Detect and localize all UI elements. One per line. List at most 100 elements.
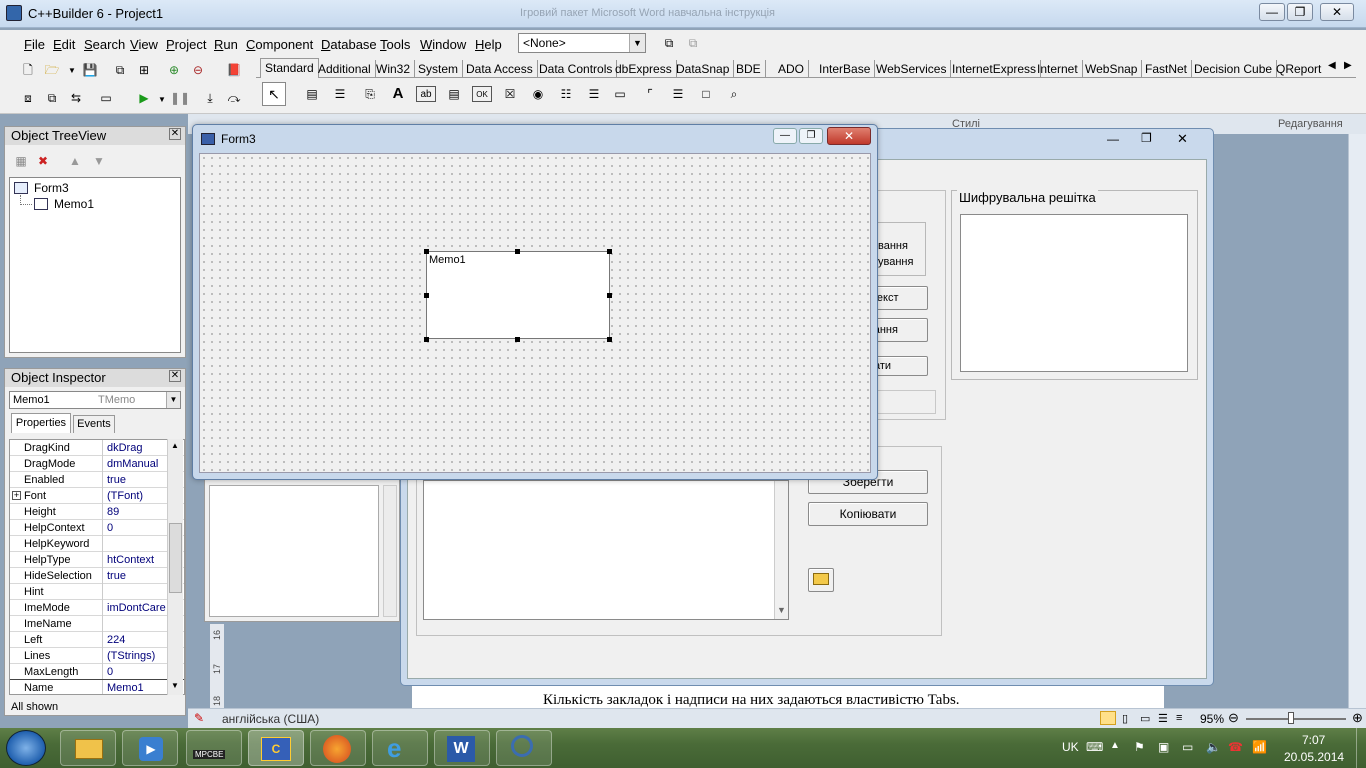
tray-show-hidden-icon[interactable]: ▲	[1110, 740, 1120, 751]
groupbox-icon[interactable]: ⌜	[642, 86, 658, 102]
bg-form-min-button[interactable]: —	[1107, 132, 1119, 146]
palette-tab-additional[interactable]: Additional	[314, 60, 376, 78]
bg-tree-list[interactable]	[209, 485, 379, 617]
property-row[interactable]: Lines (TStrings)	[10, 648, 184, 664]
open-project-icon[interactable]: ⊞	[136, 62, 152, 78]
inspector-scrollbar[interactable]: ▲ ▼	[167, 439, 183, 695]
sizing-handle[interactable]	[607, 337, 612, 342]
menu-view[interactable]: View	[130, 37, 158, 52]
sizing-handle[interactable]	[515, 337, 520, 342]
tree-node-form3[interactable]: Form3	[34, 181, 69, 195]
taskbar-mpc-be[interactable]: MPCBE	[186, 730, 242, 766]
listbox-icon[interactable]: ☷	[558, 86, 574, 102]
memo1-component[interactable]: Memo1	[426, 251, 610, 339]
property-row[interactable]: Name Memo1	[10, 679, 184, 694]
inspector-close-icon[interactable]: ✕	[169, 370, 181, 382]
view-web-icon[interactable]: ▭	[1140, 712, 1150, 725]
save-all-icon[interactable]: ⧉	[112, 62, 128, 78]
tray-time[interactable]: 7:07	[1302, 733, 1325, 747]
move-up-icon[interactable]: ▲	[67, 153, 83, 169]
palette-tab-data-access[interactable]: Data Access	[462, 60, 538, 78]
step-over-icon[interactable]: ⤼	[226, 90, 242, 106]
scroll-thumb[interactable]	[169, 523, 182, 593]
scroll-down-icon[interactable]: ▼	[171, 681, 179, 690]
palette-tab-ado[interactable]: ADO	[774, 60, 810, 78]
inspector-object-combo[interactable]: Memo1 TMemo ▼	[9, 391, 181, 409]
proofing-icon[interactable]: ✎	[194, 711, 204, 725]
palette-tab-qreport[interactable]: QReport	[1272, 60, 1325, 78]
new-icon[interactable]: 🗋	[20, 62, 36, 78]
tray-keyboard-icon[interactable]: ⌨	[1086, 740, 1103, 754]
ide-maximize-button[interactable]: ❐	[1287, 3, 1313, 21]
new-item-icon[interactable]: ▦	[13, 153, 29, 169]
palette-tab-internetexpress[interactable]: InternetExpress	[948, 60, 1042, 78]
add-to-project-icon[interactable]: ⊕	[166, 62, 182, 78]
radiogroup-icon[interactable]: ☰	[670, 86, 686, 102]
tray-lang[interactable]: UK	[1062, 740, 1079, 754]
property-row[interactable]: HideSelection true	[10, 568, 184, 584]
bg-edit-field[interactable]	[876, 390, 936, 414]
tray-monitor-icon[interactable]: ▭	[1182, 740, 1193, 754]
tray-volume-icon[interactable]: 🔈	[1206, 740, 1221, 754]
scroll-up-icon[interactable]: ▲	[171, 441, 179, 450]
tab-events[interactable]: Events	[73, 415, 115, 433]
palette-tab-fastnet[interactable]: FastNet	[1141, 60, 1193, 78]
palette-pointer-tool[interactable]: ↖	[262, 82, 286, 106]
view-form-icon[interactable]: ⧉	[44, 90, 60, 106]
tab-properties[interactable]: Properties	[11, 413, 71, 433]
palette-tab-decision-cube[interactable]: Decision Cube	[1190, 60, 1278, 78]
ide-minimize-button[interactable]: —	[1259, 3, 1285, 21]
word-editing-label[interactable]: Редагування	[1278, 118, 1343, 130]
property-row[interactable]: HelpKeyword	[10, 536, 184, 552]
zoom-slider[interactable]	[1246, 718, 1346, 720]
palette-tab-win32[interactable]: Win32	[372, 60, 416, 78]
edit-icon[interactable]: ab	[416, 86, 436, 102]
view-print-layout-icon[interactable]	[1100, 711, 1116, 725]
target-combo[interactable]: <None> ▼	[518, 33, 646, 53]
frames-icon[interactable]: ▤	[304, 86, 320, 102]
run-dropdown-icon[interactable]: ▼	[154, 92, 170, 108]
treeview-close-icon[interactable]: ✕	[169, 128, 181, 140]
palette-scroll-left-icon[interactable]: ◀	[1328, 60, 1336, 71]
palette-tab-websnap[interactable]: WebSnap	[1081, 60, 1143, 78]
start-button[interactable]	[6, 730, 46, 766]
sizing-handle[interactable]	[607, 249, 612, 254]
ide-close-button[interactable]: ✕	[1320, 3, 1354, 21]
view-unit-icon[interactable]: ⧈	[20, 90, 36, 106]
sizing-handle[interactable]	[424, 337, 429, 342]
menu-help[interactable]: Help	[475, 37, 502, 52]
show-desktop-button[interactable]	[1356, 728, 1366, 768]
palette-tab-interbase[interactable]: InterBase	[815, 60, 876, 78]
expand-icon[interactable]: +	[12, 491, 21, 500]
palette-scroll-right-icon[interactable]: ▶	[1344, 60, 1352, 71]
panel-icon[interactable]: □	[698, 86, 714, 102]
tray-flag-icon[interactable]: ⚑	[1134, 740, 1145, 754]
bg-form-close-button[interactable]: ✕	[1177, 131, 1188, 147]
form3-minimize-button[interactable]: —	[773, 128, 797, 144]
open-icon[interactable]: 🗁	[44, 62, 60, 78]
output-memo[interactable]: ▼	[423, 480, 789, 620]
view-outline-icon[interactable]: ☰	[1158, 712, 1168, 725]
palette-tab-internet[interactable]: Internet	[1033, 60, 1083, 78]
sizing-handle[interactable]	[424, 293, 429, 298]
copy-button[interactable]: Копіювати	[808, 502, 928, 526]
menu-tools[interactable]: Tools	[380, 37, 410, 52]
run-icon[interactable]: ▶	[136, 90, 152, 106]
language-label[interactable]: англійська (США)	[222, 712, 319, 726]
actionlist-icon[interactable]: ⌕	[726, 86, 742, 102]
zoom-level[interactable]: 95%	[1200, 712, 1224, 726]
property-row[interactable]: HelpContext 0	[10, 520, 184, 536]
form3-close-button[interactable]: ✕	[827, 127, 871, 145]
palette-tab-standard[interactable]: Standard	[260, 58, 319, 78]
tray-phone-icon[interactable]: ☎	[1228, 740, 1243, 754]
open-folder-button[interactable]	[808, 568, 834, 592]
palette-tab-data-controls[interactable]: Data Controls	[535, 60, 618, 78]
palette-tab-bde[interactable]: BDE	[732, 60, 766, 78]
taskbar-explorer[interactable]	[60, 730, 116, 766]
menu-database[interactable]: Database	[321, 37, 377, 52]
property-row[interactable]: ImeName	[10, 616, 184, 632]
view-draft-icon[interactable]: ≡	[1176, 712, 1182, 724]
open-dropdown-icon[interactable]: ▼	[64, 63, 80, 79]
help-book-icon[interactable]: 📕	[226, 62, 242, 78]
compile-icon[interactable]: ⧉	[661, 35, 677, 51]
